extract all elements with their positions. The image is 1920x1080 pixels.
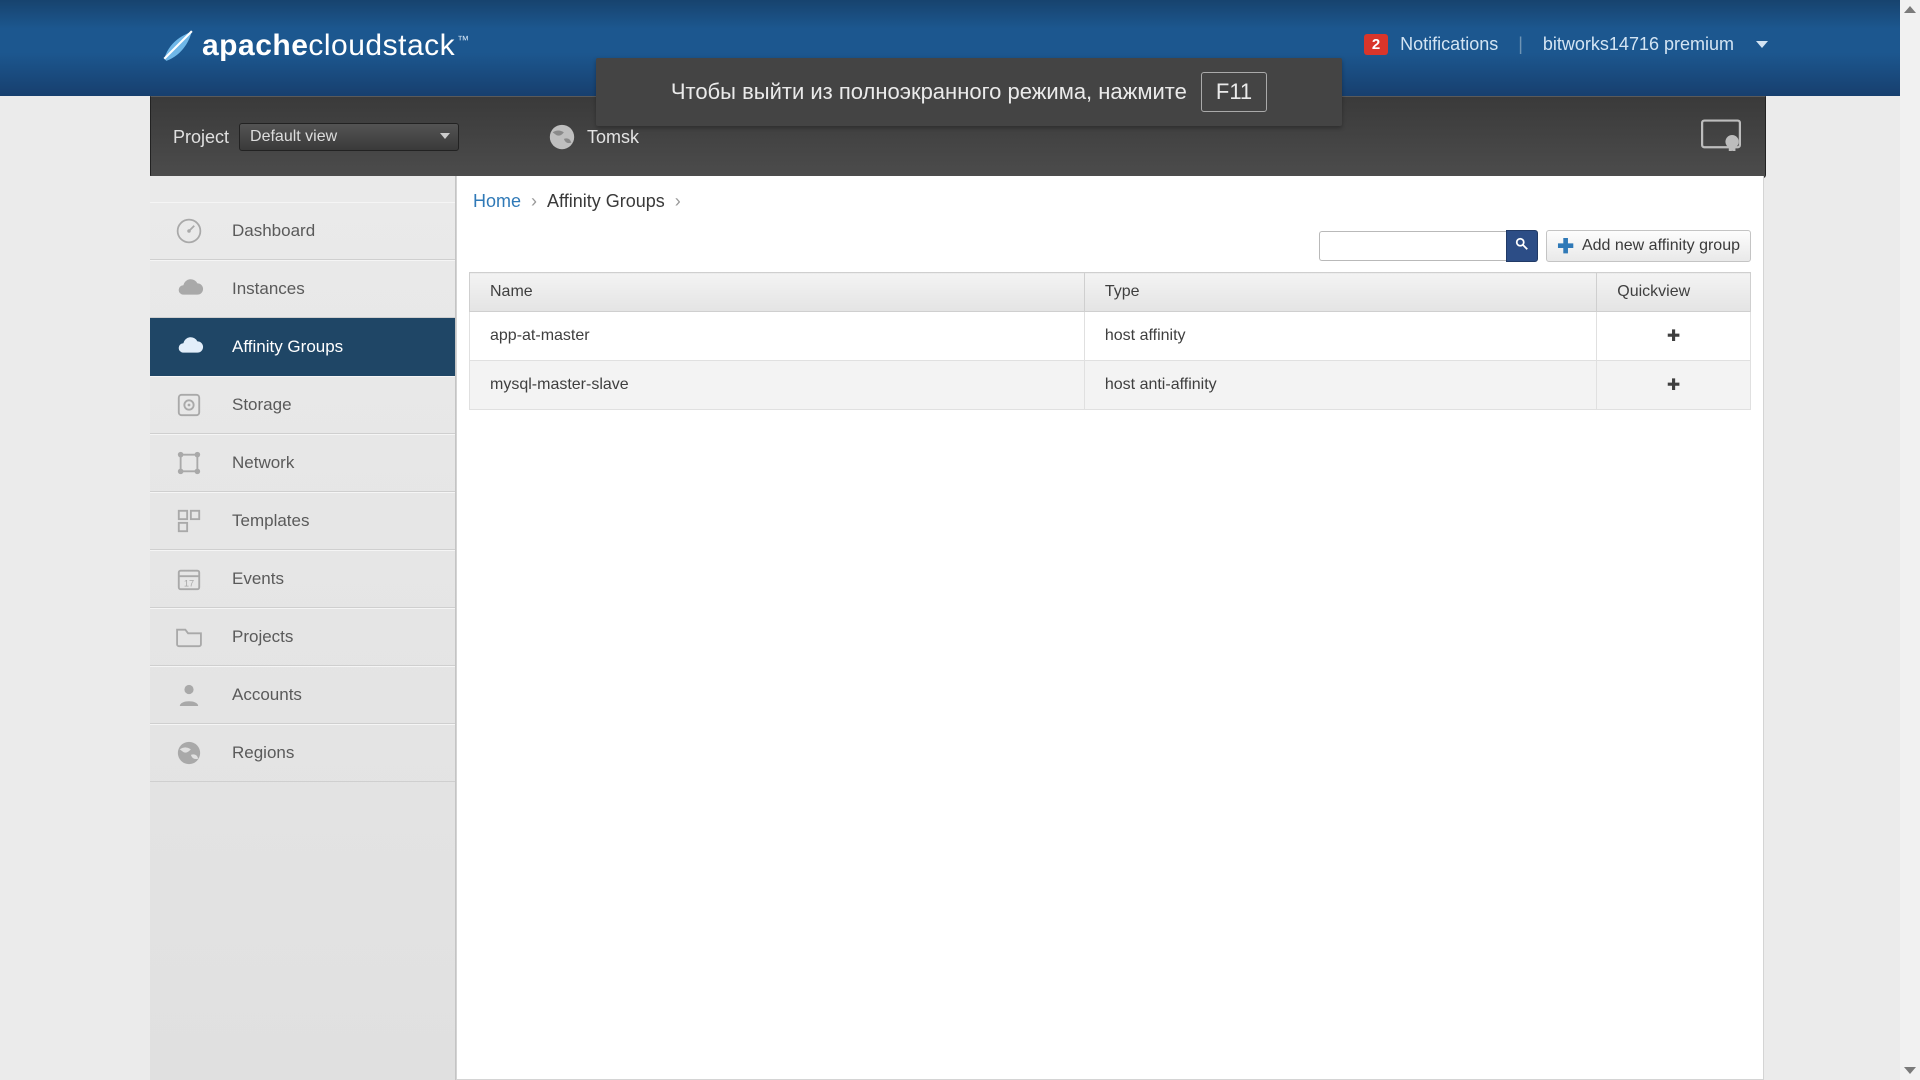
sidebar-item-label: Accounts xyxy=(232,685,302,705)
region-selector[interactable]: Tomsk xyxy=(547,122,639,152)
region-label: Tomsk xyxy=(587,127,639,148)
sidebar-item-label: Network xyxy=(232,453,294,473)
breadcrumb: Home › Affinity Groups › xyxy=(457,176,1763,226)
sidebar-item-dashboard[interactable]: Dashboard xyxy=(150,202,455,260)
breadcrumb-current: Affinity Groups xyxy=(547,191,665,212)
separator: | xyxy=(1518,34,1523,55)
templates-icon xyxy=(172,504,206,538)
sidebar-item-network[interactable]: Network xyxy=(150,434,455,492)
chevron-right-icon: › xyxy=(675,191,681,212)
sidebar-item-projects[interactable]: Projects xyxy=(150,608,455,666)
table-row[interactable]: mysql-master-slavehost anti-affinity ✚ xyxy=(470,361,1751,410)
project-select[interactable]: Default view xyxy=(239,123,459,151)
sidebar-item-events[interactable]: 17 Events xyxy=(150,550,455,608)
project-label: Project xyxy=(173,127,229,148)
sidebar-item-instances[interactable]: Instances xyxy=(150,260,455,318)
scroll-up-icon[interactable] xyxy=(1904,6,1916,13)
search-icon xyxy=(1515,237,1529,256)
cell-name: app-at-master xyxy=(470,312,1085,361)
cloud-icon xyxy=(172,330,206,364)
breadcrumb-home[interactable]: Home xyxy=(473,191,521,212)
sidebar-item-storage[interactable]: Storage xyxy=(150,376,455,434)
sidebar-item-label: Templates xyxy=(232,511,309,531)
chevron-down-icon[interactable] xyxy=(1756,41,1768,48)
project-selected: Default view xyxy=(250,128,337,146)
table-row[interactable]: app-at-masterhost affinity ✚ xyxy=(470,312,1751,361)
disk-icon xyxy=(172,388,206,422)
affinity-groups-table: Name Type Quickview app-at-masterhost af… xyxy=(469,272,1751,410)
fullscreen-hint-text: Чтобы выйти из полноэкранного режима, на… xyxy=(671,79,1187,105)
fullscreen-hint: Чтобы выйти из полноэкранного режима, на… xyxy=(596,58,1342,126)
sidebar-item-label: Storage xyxy=(232,395,292,415)
user-menu[interactable]: bitworks14716 premium xyxy=(1543,34,1734,55)
globe-icon xyxy=(172,736,206,770)
feather-icon xyxy=(160,29,194,63)
search-input[interactable] xyxy=(1319,231,1506,261)
sidebar-item-affinity-groups[interactable]: Affinity Groups xyxy=(150,318,455,376)
brand-logo[interactable]: apachecloudstack™ xyxy=(160,29,470,63)
folder-icon xyxy=(172,620,206,654)
notification-badge[interactable]: 2 xyxy=(1364,34,1388,55)
sidebar-item-label: Events xyxy=(232,569,284,589)
col-header-quickview: Quickview xyxy=(1597,273,1751,312)
col-header-type[interactable]: Type xyxy=(1084,273,1596,312)
sidebar-item-label: Dashboard xyxy=(232,221,315,241)
cell-type: host affinity xyxy=(1084,312,1596,361)
quickview-button[interactable]: ✚ xyxy=(1597,361,1751,410)
plus-icon: ✚ xyxy=(1557,234,1574,259)
search xyxy=(1319,230,1538,262)
svg-text:17: 17 xyxy=(184,578,194,588)
add-button-label: Add new affinity group xyxy=(1582,237,1740,255)
sidebar-item-templates[interactable]: Templates xyxy=(150,492,455,550)
cell-name: mysql-master-slave xyxy=(470,361,1085,410)
main-panel: Home › Affinity Groups › ✚ Add new affin… xyxy=(456,176,1764,1080)
add-affinity-group-button[interactable]: ✚ Add new affinity group xyxy=(1546,230,1751,262)
network-icon xyxy=(172,446,206,480)
certificate-icon[interactable] xyxy=(1701,119,1741,156)
search-button[interactable] xyxy=(1506,230,1538,262)
chevron-right-icon: › xyxy=(531,191,537,212)
calendar-icon: 17 xyxy=(172,562,206,596)
person-icon xyxy=(172,678,206,712)
sidebar-item-accounts[interactable]: Accounts xyxy=(150,666,455,724)
sidebar-item-label: Regions xyxy=(232,743,294,763)
scroll-down-icon[interactable] xyxy=(1904,1067,1916,1074)
scrollbar[interactable] xyxy=(1900,0,1920,1080)
fullscreen-hint-key: F11 xyxy=(1201,72,1267,112)
plus-icon: ✚ xyxy=(1667,328,1680,345)
brand-text: apachecloudstack™ xyxy=(202,29,470,63)
notifications-link[interactable]: Notifications xyxy=(1400,34,1498,55)
sidebar: Dashboard Instances Affinity Groups Storage… xyxy=(150,176,456,1080)
globe-icon xyxy=(547,122,577,152)
cloud-icon xyxy=(172,272,206,306)
col-header-name[interactable]: Name xyxy=(470,273,1085,312)
cell-type: host anti-affinity xyxy=(1084,361,1596,410)
sidebar-item-label: Affinity Groups xyxy=(232,337,343,357)
sidebar-item-regions[interactable]: Regions xyxy=(150,724,455,782)
quickview-button[interactable]: ✚ xyxy=(1597,312,1751,361)
sidebar-item-label: Projects xyxy=(232,627,293,647)
gauge-icon xyxy=(172,214,206,248)
plus-icon: ✚ xyxy=(1667,377,1680,394)
sidebar-item-label: Instances xyxy=(232,279,305,299)
chevron-down-icon xyxy=(440,133,450,139)
toolbar: ✚ Add new affinity group xyxy=(457,226,1763,266)
